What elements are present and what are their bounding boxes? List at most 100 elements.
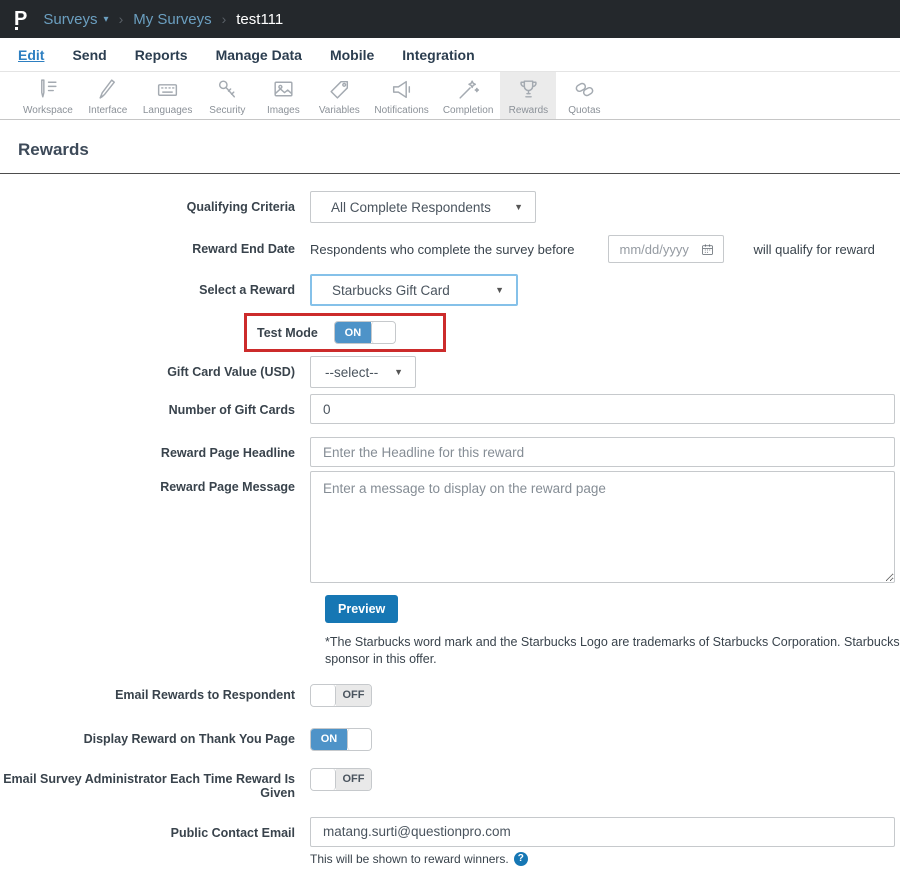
tab-integration[interactable]: Integration: [402, 47, 474, 63]
toolbar-item-completion[interactable]: Completion: [436, 72, 501, 119]
breadcrumb-surveys[interactable]: Surveys ▾: [43, 11, 108, 28]
toolbar-item-languages[interactable]: Languages: [136, 72, 200, 119]
toolbar-item-label: Security: [209, 105, 246, 116]
headline-row: Reward Page Headline: [0, 437, 900, 467]
toolbar-item-label: Images: [266, 105, 300, 116]
toolbar-item-notifications[interactable]: Notifications: [367, 72, 435, 119]
breadcrumb-separator-icon: ›: [221, 11, 227, 27]
toggle-knob: [347, 728, 371, 750]
headline-label: Reward Page Headline: [160, 446, 295, 460]
toolbar-item-security[interactable]: Security: [199, 72, 255, 119]
breadcrumb-survey-name: test111: [236, 10, 284, 28]
toolbar-item-label: Rewards: [508, 105, 549, 116]
top-header: P Surveys ▾ › My Surveys › test111: [0, 0, 900, 38]
test-mode-highlight-box: Test Mode ON: [244, 313, 446, 352]
public-email-input[interactable]: [310, 816, 895, 847]
email-rewards-toggle[interactable]: OFF: [310, 683, 372, 707]
select-reward-row: Select a Reward Starbucks Gift Card ▼: [0, 274, 900, 306]
test-mode-label: Test Mode: [257, 325, 318, 340]
public-email-help-text: This will be shown to reward winners.: [310, 851, 509, 866]
toggle-state-text: OFF: [336, 768, 371, 790]
interface-icon: [99, 79, 116, 99]
security-icon: [218, 80, 235, 98]
toggle-knob: [311, 684, 336, 706]
test-mode-row: Test Mode ON: [0, 313, 900, 352]
toolbar-item-label: Interface: [88, 105, 128, 116]
select-caret-icon: ▼: [495, 285, 504, 295]
breadcrumb-surveys-label: Surveys: [43, 10, 98, 28]
select-reward-label: Select a Reward: [199, 283, 295, 297]
starbucks-disclaimer: *The Starbucks word mark and the Starbuc…: [325, 635, 900, 666]
workspace-icon: [41, 79, 57, 98]
select-reward-select[interactable]: Starbucks Gift Card ▼: [310, 274, 518, 306]
tab-reports[interactable]: Reports: [135, 47, 188, 63]
display-reward-label: Display Reward on Thank You Page: [83, 731, 295, 746]
breadcrumb: Surveys ▾ › My Surveys › test111: [43, 11, 283, 28]
breadcrumb-my-surveys[interactable]: My Surveys: [133, 11, 211, 28]
select-caret-icon: ▼: [394, 367, 403, 377]
reward-end-date-prefix: Respondents who complete the survey befo…: [310, 241, 575, 257]
select-reward-value: Starbucks Gift Card: [332, 282, 450, 298]
main-nav-tabs: Edit Send Reports Manage Data Mobile Int…: [0, 38, 900, 72]
toolbar-item-images[interactable]: Images: [255, 72, 311, 119]
questionpro-logo[interactable]: P: [14, 9, 27, 30]
qualifying-criteria-label: Qualifying Criteria: [186, 200, 295, 214]
gift-card-value-row: Gift Card Value (USD) --select-- ▼: [0, 356, 900, 388]
breadcrumb-separator-icon: ›: [118, 11, 124, 27]
tab-edit[interactable]: Edit: [18, 47, 44, 63]
tab-mobile[interactable]: Mobile: [330, 47, 374, 63]
num-gift-cards-row: Number of Gift Cards: [0, 394, 900, 424]
toolbar-item-variables[interactable]: Variables: [311, 72, 367, 119]
calendar-icon: [701, 243, 713, 255]
headline-input[interactable]: [310, 437, 895, 467]
help-icon[interactable]: ?: [513, 851, 528, 866]
toolbar-item-workspace[interactable]: Workspace: [16, 72, 80, 119]
test-mode-toggle[interactable]: ON: [333, 321, 396, 344]
gift-card-value-select[interactable]: --select-- ▼: [310, 356, 416, 388]
toolbar-item-label: Completion: [442, 105, 494, 116]
public-email-row: Public Contact Email This will be shown …: [0, 816, 900, 866]
message-row: Reward Page Message: [0, 471, 900, 588]
languages-icon: [158, 84, 178, 96]
toggle-state-text: ON: [334, 322, 371, 343]
toggle-state-text: ON: [311, 728, 347, 750]
tab-send[interactable]: Send: [72, 47, 106, 63]
reward-end-date-suffix: will qualify for reward: [753, 241, 875, 257]
preview-button[interactable]: Preview: [325, 595, 399, 623]
select-caret-icon: ▼: [514, 202, 523, 212]
num-gift-cards-input[interactable]: [310, 394, 895, 424]
gift-card-value-label: Gift Card Value (USD): [167, 365, 295, 379]
page-title: Rewards: [18, 140, 89, 159]
toolbar-item-label: Workspace: [23, 105, 73, 116]
tab-manage-data[interactable]: Manage Data: [216, 47, 302, 63]
toolbar-item-label: Quotas: [568, 105, 601, 116]
toolbar-item-label: Variables: [318, 105, 360, 116]
message-label: Reward Page Message: [160, 480, 295, 494]
display-reward-row: Display Reward on Thank You Page ON: [0, 727, 900, 751]
toggle-knob: [370, 322, 395, 343]
display-reward-toggle[interactable]: ON: [310, 727, 372, 751]
qualifying-criteria-row: Qualifying Criteria All Complete Respond…: [0, 191, 900, 223]
toolbar-item-interface[interactable]: Interface: [80, 72, 136, 119]
images-icon: [274, 81, 293, 97]
completion-icon: [459, 80, 479, 99]
toolbar-item-rewards[interactable]: Rewards: [500, 72, 557, 119]
public-email-label: Public Contact Email: [170, 825, 295, 840]
settings-toolbar: Workspace Interface Languages Security I…: [0, 72, 900, 120]
toggle-knob: [311, 768, 336, 790]
variables-icon: [330, 80, 348, 99]
toolbar-item-quotas[interactable]: Quotas: [556, 72, 612, 119]
email-rewards-label: Email Rewards to Respondent: [115, 687, 295, 702]
caret-down-icon: ▾: [103, 13, 109, 25]
message-textarea[interactable]: [310, 471, 895, 583]
qualifying-criteria-value: All Complete Respondents: [331, 199, 491, 215]
gift-card-value-value: --select--: [325, 364, 379, 380]
toggle-state-text: OFF: [336, 684, 371, 706]
email-admin-toggle[interactable]: OFF: [310, 767, 372, 791]
rewards-settings-panel: Rewards Qualifying Criteria All Complete…: [0, 140, 900, 874]
reward-end-date-row: Reward End Date Respondents who complete…: [0, 235, 900, 263]
qualifying-criteria-select[interactable]: All Complete Respondents ▼: [310, 191, 536, 223]
email-admin-label: Email Survey Administrator Each Time Rew…: [3, 771, 295, 800]
reward-end-date-input[interactable]: mm/dd/yyyy: [607, 235, 724, 263]
num-gift-cards-label: Number of Gift Cards: [168, 403, 295, 417]
